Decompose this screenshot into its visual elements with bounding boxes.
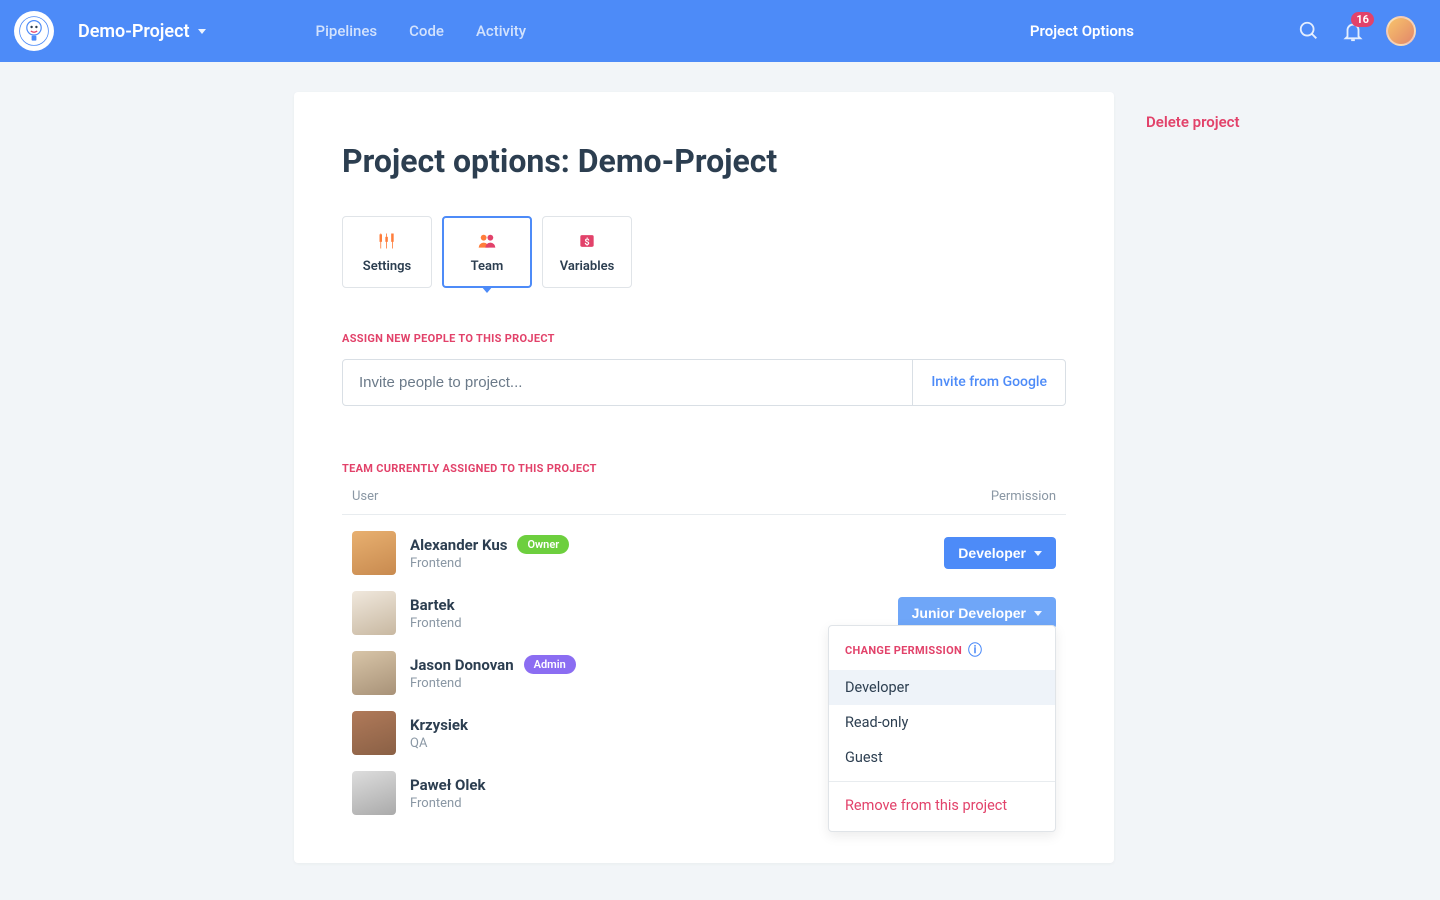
main-nav: Pipelines Code Activity (316, 22, 527, 40)
sliders-icon (377, 231, 397, 251)
member-name: Alexander KusOwner (410, 535, 569, 554)
member-role: Frontend (410, 556, 569, 571)
member-row: BartekFrontendJunior DeveloperCHANGE PER… (342, 583, 1066, 643)
member-info: Bartek Frontend (410, 596, 462, 631)
notifications-icon[interactable]: 16 (1342, 20, 1364, 42)
app-logo[interactable] (14, 11, 54, 51)
chevron-down-icon (1034, 611, 1042, 616)
invite-from-google-button[interactable]: Invite from Google (912, 360, 1065, 405)
user-avatar[interactable] (1386, 16, 1416, 46)
member-badge: Owner (517, 535, 569, 554)
project-switcher[interactable]: Demo-Project (78, 21, 206, 42)
svg-text:$: $ (584, 237, 589, 248)
member-role: Frontend (410, 676, 576, 691)
col-user: User (352, 489, 378, 504)
search-icon[interactable] (1298, 20, 1320, 42)
member-avatar (352, 771, 396, 815)
chevron-down-icon (198, 29, 206, 34)
member-role: Frontend (410, 616, 462, 631)
member-avatar (352, 711, 396, 755)
nav-activity[interactable]: Activity (476, 22, 526, 40)
assign-section-label: ASSIGN NEW PEOPLE TO THIS PROJECT (342, 332, 1066, 345)
nav-code[interactable]: Code (409, 22, 444, 40)
permission-option[interactable]: Guest (829, 740, 1055, 775)
invite-input[interactable] (343, 360, 912, 405)
member-name: Paweł Olek (410, 776, 485, 794)
app-header: Demo-Project Pipelines Code Activity Pro… (0, 0, 1440, 62)
member-row: Alexander KusOwner Frontend Developer (342, 523, 1066, 583)
member-name: Bartek (410, 596, 462, 614)
invite-box: Invite from Google (342, 359, 1066, 406)
nav-project-options[interactable]: Project Options (1030, 22, 1134, 40)
permission-dropdown-button[interactable]: Developer (944, 537, 1056, 569)
col-permission: Permission (991, 489, 1056, 504)
dropdown-separator (829, 781, 1055, 782)
tab-variables[interactable]: $ Variables (542, 216, 632, 288)
member-name: Jason DonovanAdmin (410, 655, 576, 674)
tab-label: Team (471, 259, 504, 274)
remove-from-project[interactable]: Remove from this project (829, 788, 1055, 823)
header-right: Project Options 16 (1030, 16, 1416, 46)
member-avatar (352, 531, 396, 575)
member-info: Alexander KusOwner Frontend (410, 535, 569, 571)
member-role: Frontend (410, 796, 485, 811)
member-info: Krzysiek QA (410, 716, 468, 751)
chevron-down-icon (1034, 551, 1042, 556)
tab-label: Variables (560, 259, 615, 274)
side-actions: Delete project (1146, 92, 1240, 131)
team-section-label: TEAM CURRENTLY ASSIGNED TO THIS PROJECT (342, 462, 1066, 475)
nav-pipelines[interactable]: Pipelines (316, 22, 378, 40)
variables-icon: $ (577, 231, 597, 251)
project-options-card: Project options: Demo-Project Settings T… (294, 92, 1114, 863)
notifications-badge: 16 (1351, 12, 1374, 27)
page-title: Project options: Demo-Project (342, 142, 1066, 180)
member-role: QA (410, 736, 468, 751)
member-avatar (352, 651, 396, 695)
member-avatar (352, 591, 396, 635)
options-tabs: Settings Team $ Variables (342, 216, 1066, 288)
tab-team[interactable]: Team (442, 216, 532, 288)
permission-option[interactable]: Read-only (829, 705, 1055, 740)
tab-settings[interactable]: Settings (342, 216, 432, 288)
project-name: Demo-Project (78, 21, 190, 42)
member-name: Krzysiek (410, 716, 468, 734)
delete-project-link[interactable]: Delete project (1146, 113, 1240, 131)
help-icon[interactable]: ⓘ (968, 640, 982, 660)
team-table-header: User Permission (342, 489, 1066, 515)
member-info: Jason DonovanAdmin Frontend (410, 655, 576, 691)
member-badge: Admin (524, 655, 576, 674)
tab-label: Settings (363, 259, 411, 274)
member-info: Paweł Olek Frontend (410, 776, 485, 811)
team-icon (477, 231, 497, 251)
permission-dropdown: CHANGE PERMISSIONⓘDeveloperRead-onlyGues… (828, 625, 1056, 832)
dropdown-header: CHANGE PERMISSIONⓘ (829, 640, 1055, 670)
permission-option[interactable]: Developer (829, 670, 1055, 705)
